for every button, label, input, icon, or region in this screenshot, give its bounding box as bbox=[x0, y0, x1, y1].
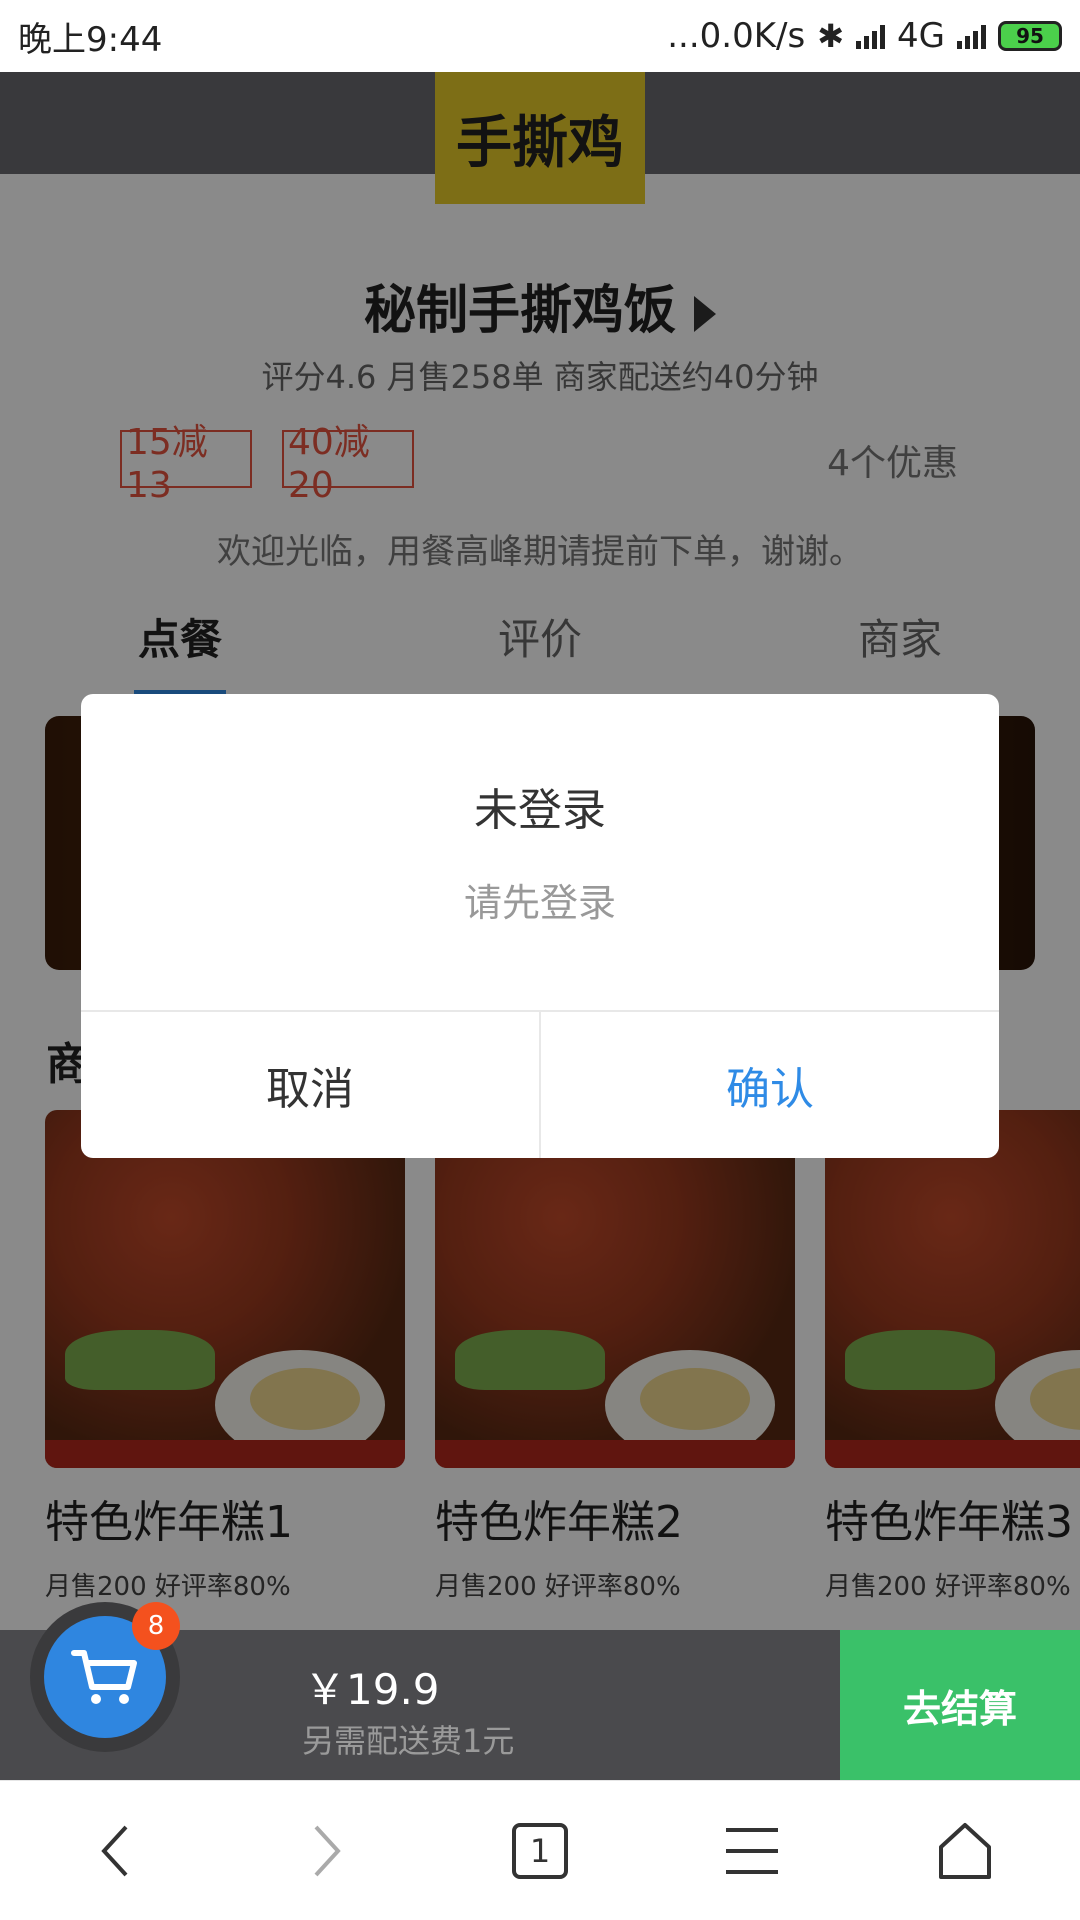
cart-icon bbox=[71, 1650, 137, 1704]
menu-button[interactable] bbox=[692, 1781, 812, 1920]
back-icon bbox=[101, 1825, 128, 1877]
login-dialog: 未登录 请先登录 取消 确认 bbox=[81, 694, 999, 1158]
signal-icon bbox=[856, 23, 886, 49]
browser-nav-bar: 1 bbox=[0, 1780, 1080, 1920]
status-indicators: ...0.0K/s ✱ 4G 95 bbox=[667, 16, 1062, 56]
bluetooth-icon: ✱ bbox=[817, 17, 845, 55]
network-speed: ...0.0K/s bbox=[667, 16, 806, 56]
cart-count-badge: 8 bbox=[132, 1602, 180, 1650]
forward-icon bbox=[314, 1825, 341, 1877]
cancel-button[interactable]: 取消 bbox=[81, 1012, 539, 1158]
signal-icon-2 bbox=[957, 23, 986, 49]
forward-button[interactable] bbox=[266, 1781, 386, 1920]
checkout-button[interactable]: 去结算 bbox=[840, 1630, 1080, 1780]
network-type: 4G bbox=[897, 16, 945, 56]
home-button[interactable] bbox=[905, 1781, 1025, 1920]
battery-level: 95 bbox=[1016, 24, 1044, 48]
cart-total-price: ￥19.9 bbox=[304, 1665, 440, 1714]
dialog-message: 请先登录 bbox=[463, 881, 616, 925]
back-button[interactable] bbox=[56, 1781, 176, 1920]
tabs-icon: 1 bbox=[512, 1823, 568, 1879]
delivery-fee-note: 另需配送费1元 bbox=[302, 1722, 515, 1760]
battery-icon: 95 bbox=[998, 21, 1062, 51]
dialog-title: 未登录 bbox=[474, 785, 606, 836]
status-bar: 晚上9:44 ...0.0K/s ✱ 4G 95 bbox=[0, 0, 1080, 72]
tabs-button[interactable]: 1 bbox=[480, 1781, 600, 1920]
confirm-button[interactable]: 确认 bbox=[541, 1012, 999, 1158]
tab-count: 1 bbox=[529, 1832, 551, 1870]
menu-icon bbox=[726, 1828, 778, 1874]
status-time: 晚上9:44 bbox=[18, 19, 163, 60]
home-icon bbox=[939, 1823, 991, 1879]
